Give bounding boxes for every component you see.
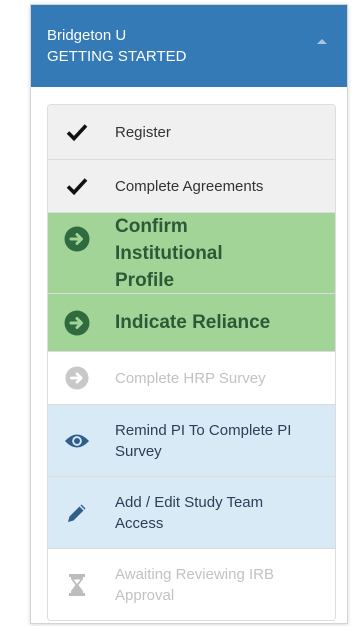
step-label: Complete HRP Survey — [115, 369, 266, 387]
step-label: Confirm Institutional Profile — [115, 215, 223, 291]
getting-started-panel: Bridgeton U GETTING STARTED Register Com… — [30, 4, 348, 624]
step-label: Indicate Reliance — [115, 312, 271, 333]
step-label: Complete Agreements — [115, 177, 264, 195]
step-complete-agreements[interactable]: Complete Agreements — [48, 159, 335, 212]
arrow-circle-right-icon — [64, 226, 90, 252]
pencil-icon — [64, 500, 90, 526]
step-confirm-institutional-profile[interactable]: Confirm Institutional Profile — [48, 212, 335, 293]
checkmark-icon — [64, 119, 90, 145]
panel-title: GETTING STARTED — [47, 48, 187, 65]
step-awaiting-irb-approval: Awaiting Reviewing IRB Approval — [48, 548, 335, 620]
step-label: Awaiting Reviewing IRB Approval — [115, 565, 274, 604]
step-label: Add / Edit Study Team Access — [115, 493, 264, 532]
step-remind-pi[interactable]: Remind PI To Complete PI Survey — [48, 404, 335, 476]
step-register[interactable]: Register — [48, 105, 335, 159]
panel-header[interactable]: Bridgeton U GETTING STARTED — [31, 5, 347, 87]
step-indicate-reliance[interactable]: Indicate Reliance — [48, 293, 335, 351]
hourglass-icon — [64, 572, 90, 598]
checkmark-icon — [64, 173, 90, 199]
step-add-edit-study-team[interactable]: Add / Edit Study Team Access — [48, 476, 335, 548]
arrow-circle-right-icon — [64, 310, 90, 336]
step-label: Register — [115, 123, 171, 141]
step-complete-hrp-survey: Complete HRP Survey — [48, 351, 335, 404]
step-label: Remind PI To Complete PI Survey — [115, 421, 292, 460]
collapse-caret-icon[interactable] — [317, 39, 327, 44]
steps-list: Register Complete Agreements Confirm Ins… — [47, 104, 336, 621]
eye-icon — [64, 428, 90, 454]
arrow-circle-right-icon — [64, 365, 90, 391]
institution-name: Bridgeton U — [47, 27, 127, 44]
